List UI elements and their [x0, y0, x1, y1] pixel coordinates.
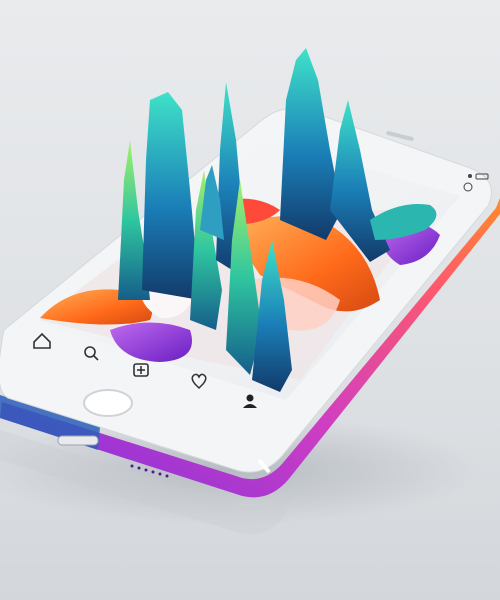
scene: ⌂ ⌕ + ♡ ●: [0, 48, 500, 535]
home-button[interactable]: [83, 389, 133, 417]
side-button[interactable]: [57, 435, 99, 446]
